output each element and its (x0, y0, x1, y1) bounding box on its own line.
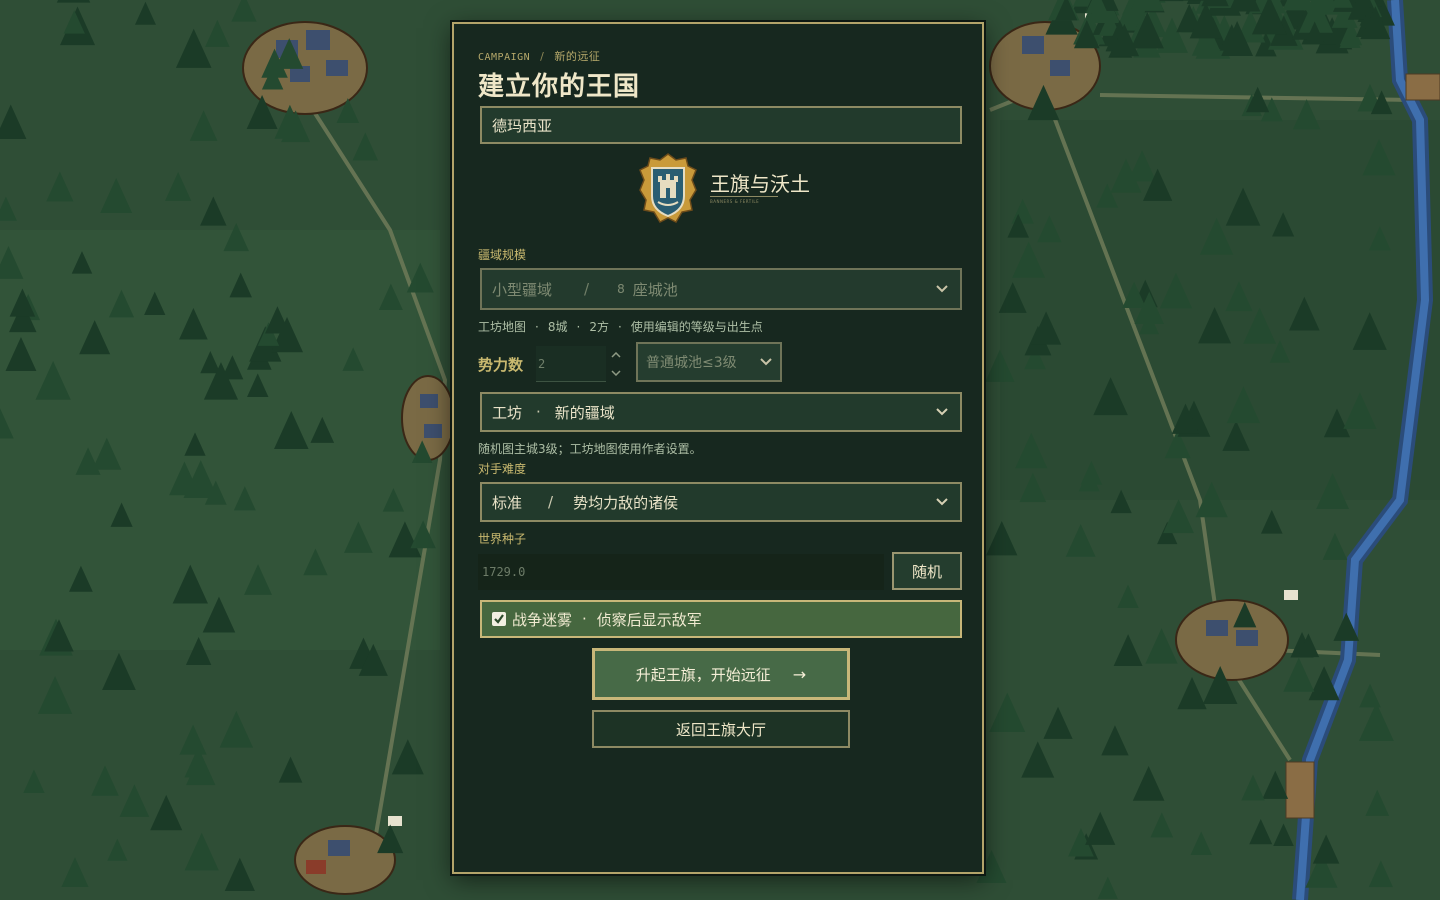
city-level-select[interactable]: 普通城池≤3级 (636, 342, 782, 382)
seed-label: 世界种子 (478, 532, 527, 546)
fog-of-war-checkbox[interactable] (492, 612, 506, 626)
territory-city-unit: 座城池 (632, 280, 678, 299)
faction-count-value: 2 (538, 356, 546, 371)
brand-name: 王旗与沃土 (710, 172, 810, 196)
faction-count-label: 势力数 (478, 356, 524, 374)
seed-value: 1729.0 (482, 565, 526, 579)
breadcrumb-separator: / (540, 50, 545, 63)
page-title: 建立你的王国 (478, 72, 641, 102)
territory-hint-dot-1: · (535, 320, 539, 334)
fog-of-war-dot: · (582, 610, 587, 628)
territory-label: 疆域规模 (478, 248, 527, 262)
pine-tree (1331, 0, 1353, 8)
territory-hint-map: 工坊地图 (478, 320, 527, 334)
map-source-value: 工坊 (492, 403, 523, 422)
city-level-value: 普通城池≤3级 (646, 355, 737, 371)
map-source-select[interactable]: 工坊 · 新的疆域 (480, 392, 962, 432)
territory-hint-dot-2: · (576, 320, 581, 334)
brand-tagline: BANNERS & FERTILE (710, 199, 760, 204)
create-kingdom-panel: CAMPAIGN / 新的远征 建立你的王国 德玛西亚 王旗与沃土 BANNERS … (452, 22, 984, 874)
castle-crest-icon (639, 153, 697, 223)
pine-tree (1130, 0, 1164, 11)
fog-of-war-label: 战争迷雾 (512, 610, 573, 629)
chevron-down-icon (934, 494, 950, 510)
kingdom-name-value: 德玛西亚 (492, 116, 553, 135)
chevron-up-icon[interactable] (611, 352, 621, 358)
faction-count-spinner[interactable] (606, 346, 626, 382)
start-campaign-button[interactable]: 升起王旗，开始远征 → (592, 648, 850, 700)
seed-input[interactable]: 1729.0 (478, 554, 884, 590)
faction-count-input[interactable]: 2 (536, 346, 606, 382)
start-campaign-label: 升起王旗，开始远征 (635, 665, 771, 684)
breadcrumb-root[interactable]: CAMPAIGN (478, 52, 530, 63)
back-to-lobby-button[interactable]: 返回王旗大厅 (592, 710, 850, 748)
random-seed-button[interactable]: 随机 (892, 552, 962, 590)
territory-hint-factions: 2方 (589, 320, 609, 334)
pine-tree (56, 0, 91, 3)
map-source-hint: 随机图主城3级；工坊地图使用作者设置。 (478, 442, 702, 456)
map-source-dot: · (536, 403, 541, 421)
check-icon (494, 614, 504, 624)
chevron-down-icon (934, 281, 950, 297)
brand-divider (710, 196, 778, 197)
territory-hint-note: 使用编辑的等级与出生点 (630, 320, 763, 334)
difficulty-select[interactable]: 标准 / 势均力敌的诸侯 (480, 482, 962, 522)
difficulty-separator: / (548, 493, 554, 511)
chevron-down-icon (934, 404, 950, 420)
pine-tree (1282, 0, 1314, 11)
difficulty-desc-value: 势均力敌的诸侯 (573, 493, 679, 512)
arrow-right-icon: → (792, 664, 807, 684)
map-name-value: 新的疆域 (554, 403, 615, 422)
breadcrumb-current: 新的远征 (554, 50, 601, 63)
difficulty-level-value: 标准 (492, 493, 523, 512)
territory-hint-cities: 8城 (547, 320, 568, 334)
territory-hint: 工坊地图 · 8城 · 2方 · 使用编辑的等级与出生点 (478, 318, 763, 335)
fog-of-war-toggle[interactable]: 战争迷雾 · 侦察后显示敌军 (480, 600, 962, 638)
kingdom-name-input[interactable]: 德玛西亚 (480, 106, 962, 144)
territory-size-separator: / (584, 280, 590, 298)
chevron-down-icon[interactable] (611, 370, 621, 376)
difficulty-label: 对手难度 (478, 462, 527, 476)
chevron-down-icon (760, 354, 772, 370)
territory-size-select[interactable]: 小型疆域 / 8 座城池 (480, 268, 962, 310)
territory-hint-dot-3: · (617, 320, 622, 334)
breadcrumb: CAMPAIGN / 新的远征 (478, 48, 600, 64)
pine-tree (1228, 0, 1261, 12)
territory-size-value: 小型疆域 (492, 280, 553, 299)
territory-city-count: 8 (617, 282, 625, 296)
fog-of-war-desc: 侦察后显示敌军 (596, 610, 702, 629)
